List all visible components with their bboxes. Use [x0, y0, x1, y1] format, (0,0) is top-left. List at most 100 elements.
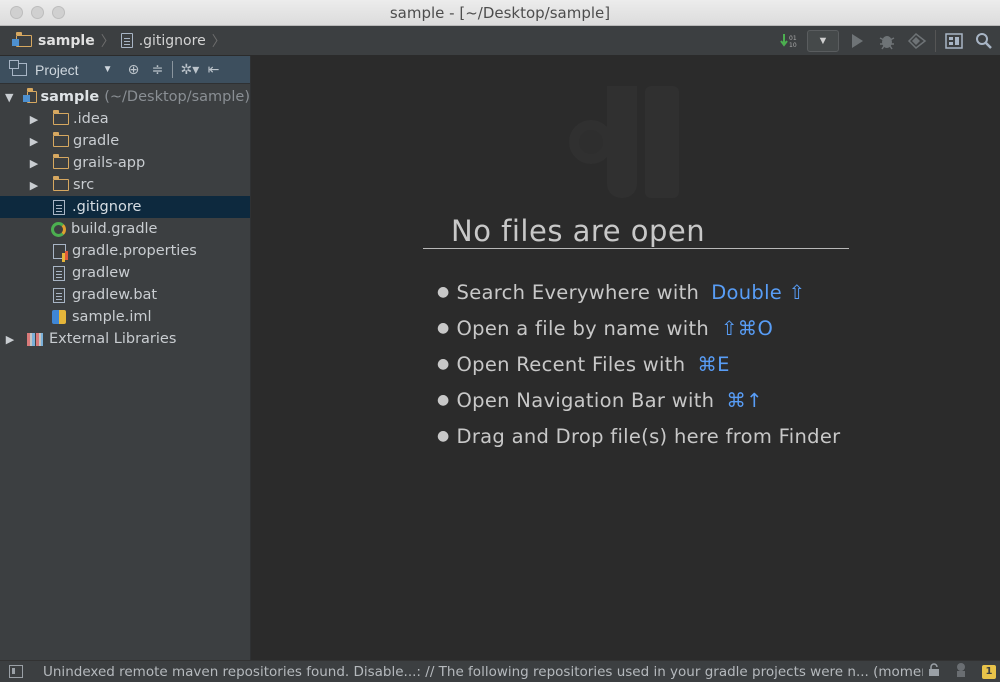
chevron-down-icon[interactable]: ▼ — [103, 64, 113, 75]
project-view-icon — [9, 60, 27, 76]
properties-file-icon — [53, 243, 68, 260]
hint-item: ● Drag and Drop file(s) here from Finder — [437, 418, 840, 454]
window-title: sample - [~/Desktop/sample] — [389, 3, 611, 22]
intellij-module-icon — [52, 310, 66, 324]
close-window-button[interactable] — [10, 6, 23, 19]
file-icon — [53, 199, 65, 215]
run-config-dropdown[interactable]: ▼ — [807, 30, 839, 52]
panel-tools: ⊕ ≑ ✲▾ ⇤ — [124, 61, 222, 78]
expand-arrow-right-icon[interactable]: ▶ — [5, 333, 15, 346]
bullet: ● — [437, 356, 450, 372]
tree-item-label: grails-app — [73, 155, 146, 171]
hint-item: ● Open Recent Files with ⌘E — [437, 346, 840, 382]
expand-arrow-right-icon[interactable]: ▶ — [29, 179, 39, 192]
window-controls — [10, 6, 65, 19]
bullet: ● — [437, 320, 450, 336]
folder-icon — [52, 110, 69, 125]
scroll-from-source-icon[interactable]: ⊕ — [124, 61, 142, 78]
bullet: ● — [437, 392, 450, 408]
breadcrumb-label: .gitignore — [138, 32, 206, 49]
hint-shortcut: ⇧⌘O — [721, 316, 774, 340]
intellij-logo-watermark — [569, 86, 681, 198]
run-icon[interactable] — [845, 29, 869, 53]
file-icon — [53, 265, 65, 281]
tree-item-gradlew-bat[interactable]: gradlew.bat — [0, 284, 250, 306]
tree-item-label: External Libraries — [49, 331, 177, 347]
zoom-window-button[interactable] — [52, 6, 65, 19]
tree-item-label: src — [73, 177, 95, 193]
chevron-right-icon: 〉 — [100, 32, 115, 49]
tree-item-idea[interactable]: ▶ .idea — [0, 108, 250, 130]
hint-text: Search Everywhere with — [456, 280, 700, 304]
tree-item-label: .gitignore — [72, 199, 142, 215]
project-tree: ▼ sample (~/Desktop/sample) ▶ .idea ▶ gr… — [0, 84, 250, 350]
status-message[interactable]: Unindexed remote maven repositories foun… — [43, 664, 923, 680]
editor-empty-area[interactable]: No files are open ● Search Everywhere wi… — [251, 56, 1000, 660]
vcs-update-icon[interactable]: 01 10 — [777, 29, 801, 53]
breadcrumb-label: sample — [38, 32, 95, 49]
tree-item-external-libraries[interactable]: ▶ External Libraries — [0, 328, 250, 350]
tree-item-build-gradle[interactable]: build.gradle — [0, 218, 250, 240]
tree-item-sample-iml[interactable]: sample.iml — [0, 306, 250, 328]
search-icon[interactable] — [972, 29, 996, 53]
collapse-all-icon[interactable]: ≑ — [148, 61, 166, 78]
coverage-icon[interactable] — [905, 29, 929, 53]
inspector-icon[interactable] — [954, 662, 968, 682]
hint-item: ● Open a file by name with ⇧⌘O — [437, 310, 840, 346]
hint-shortcut: ⌘E — [697, 352, 730, 376]
libraries-icon — [27, 332, 43, 346]
hint-item: ● Open Navigation Bar with ⌘↑ — [437, 382, 840, 418]
no-files-open-title: No files are open — [423, 214, 849, 249]
gradle-icon — [51, 221, 66, 237]
gear-icon[interactable]: ✲▾ — [180, 61, 199, 78]
minimize-window-button[interactable] — [31, 6, 44, 19]
toolbar: 01 10 ▼ — [777, 26, 996, 56]
project-tool-window: Project ▼ ⊕ ≑ ✲▾ ⇤ ▼ sample (~/Desktop/s… — [0, 56, 251, 660]
hint-text: Open Navigation Bar with — [456, 388, 715, 412]
expand-arrow-down-icon[interactable]: ▼ — [5, 91, 13, 104]
tree-item-label: sample — [40, 89, 100, 105]
chevron-right-icon: 〉 — [211, 32, 226, 49]
hint-text: Open Recent Files with — [456, 352, 686, 376]
breadcrumb-file[interactable]: .gitignore — [120, 32, 206, 49]
breadcrumb-project[interactable]: sample — [12, 31, 95, 49]
tree-item-label: gradlew.bat — [72, 287, 158, 303]
hint-shortcut: ⌘↑ — [726, 388, 763, 412]
bullet: ● — [437, 428, 450, 444]
chevron-down-icon: ▼ — [817, 35, 829, 47]
tool-windows-toggle-icon[interactable] — [9, 665, 23, 678]
tree-item-gradlew[interactable]: gradlew — [0, 262, 250, 284]
event-log-warning-icon[interactable]: 1 — [982, 665, 996, 679]
tree-item-label: gradle.properties — [72, 243, 197, 259]
folder-icon — [52, 176, 69, 191]
tree-item-sample[interactable]: ▼ sample (~/Desktop/sample) — [0, 86, 250, 108]
project-structure-icon[interactable] — [942, 29, 966, 53]
expand-arrow-right-icon[interactable]: ▶ — [29, 135, 39, 148]
module-folder-icon — [23, 88, 37, 103]
navigation-bar: sample 〉 .gitignore 〉 01 10 ▼ — [0, 26, 1000, 56]
debug-icon[interactable] — [875, 29, 899, 53]
tree-item-label: sample.iml — [72, 309, 152, 325]
file-icon — [120, 33, 133, 48]
tree-item-label: gradle — [73, 133, 120, 149]
tree-item-gitignore[interactable]: .gitignore — [0, 196, 250, 218]
expand-arrow-right-icon[interactable]: ▶ — [29, 113, 39, 126]
tree-item-gradle-properties[interactable]: gradle.properties — [0, 240, 250, 262]
project-view-selector[interactable]: Project — [35, 62, 79, 78]
bullet: ● — [437, 284, 450, 300]
tree-item-gradle[interactable]: ▶ gradle — [0, 130, 250, 152]
hint-item: ● Search Everywhere with Double ⇧ — [437, 274, 840, 310]
tree-item-label: .idea — [73, 111, 109, 127]
tree-item-grails-app[interactable]: ▶ grails-app — [0, 152, 250, 174]
svg-text:01: 01 — [789, 35, 797, 42]
hide-panel-icon[interactable]: ⇤ — [204, 61, 222, 78]
tree-item-src[interactable]: ▶ src — [0, 174, 250, 196]
project-folder-icon — [12, 31, 32, 47]
tree-item-label: gradlew — [72, 265, 131, 281]
hint-shortcut: Double ⇧ — [711, 280, 806, 304]
expand-arrow-right-icon[interactable]: ▶ — [29, 157, 39, 170]
tree-item-label: build.gradle — [71, 221, 158, 237]
lock-icon[interactable] — [928, 663, 940, 681]
panel-tools-separator — [172, 61, 174, 78]
window-title-bar: sample - [~/Desktop/sample] — [0, 0, 1000, 26]
